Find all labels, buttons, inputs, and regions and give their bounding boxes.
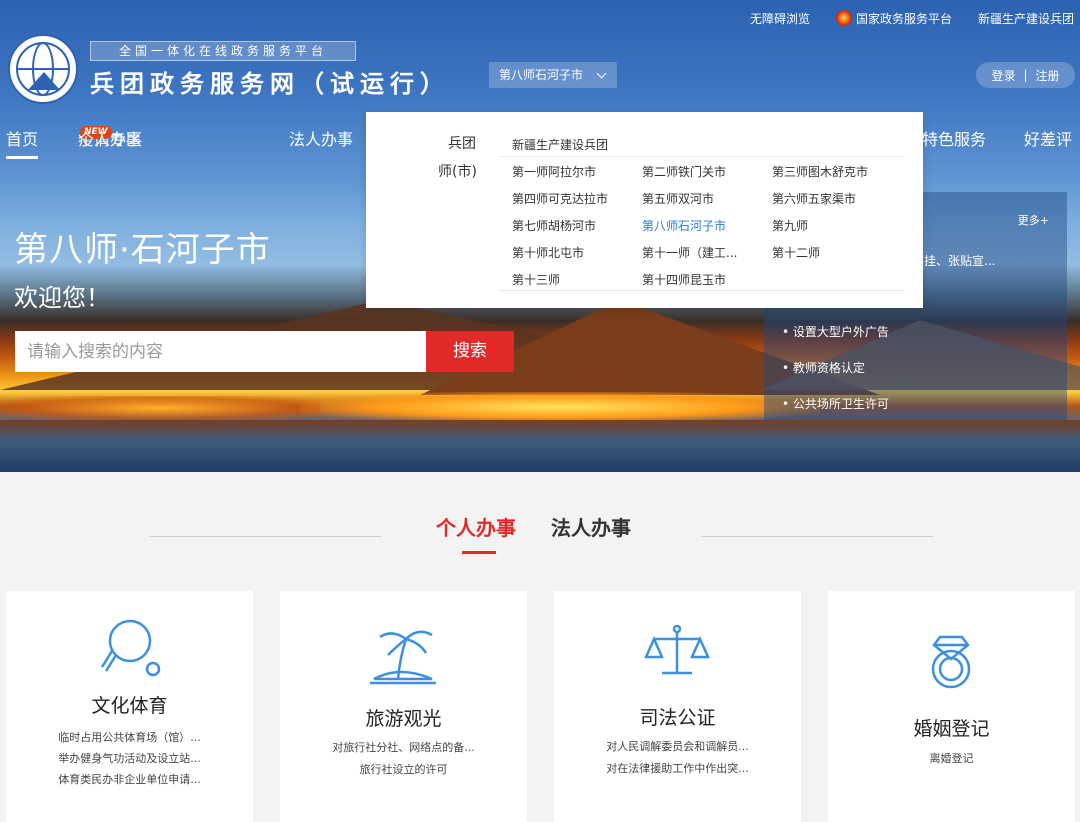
more-link[interactable]: 更多+ (1018, 212, 1049, 228)
dd-item[interactable]: 第三师图木舒克市 (772, 163, 868, 180)
card-line[interactable]: 对旅行社分社、网络点的备... (280, 739, 527, 755)
nav-personal[interactable]: 个人办事 (78, 126, 142, 150)
hot-item[interactable]: • 设置大型户外广告 (782, 323, 889, 340)
site-logo-icon[interactable] (8, 34, 78, 104)
card-line[interactable]: 对人民调解委员会和调解员... (554, 738, 801, 754)
dd-item[interactable]: 第六师五家渠市 (772, 190, 856, 207)
service-card-justice[interactable]: 司法公证 对人民调解委员会和调解员... 对在法律援助工作中作出突... (554, 591, 801, 822)
bingtuan-link[interactable]: 新疆生产建设兵团 (978, 8, 1074, 28)
sunlit-grass (0, 396, 320, 420)
card-line[interactable]: 旅行社设立的许可 (280, 761, 527, 777)
city-select[interactable]: 第八师石河子市 (489, 62, 617, 88)
service-tabs: 个人办事 法人办事 (0, 512, 1080, 556)
nav-special[interactable]: 特色服务 (922, 126, 986, 150)
card-line[interactable]: 体育类民办非企业单位申请... (6, 771, 253, 787)
card-line[interactable]: 举办健身气功活动及设立站... (6, 750, 253, 766)
national-platform-link[interactable]: 国家政务服务平台 (835, 8, 952, 28)
tab-legal[interactable]: 法人办事 (551, 512, 631, 541)
card-title: 司法公证 (639, 707, 716, 729)
dd-item[interactable]: 第二师铁门关市 (642, 163, 726, 180)
city-select-label: 第八师石河子市 (499, 68, 584, 82)
site-title[interactable]: 兵团政务服务网（试运行） (90, 64, 450, 99)
nav-rating[interactable]: 好差评 (1024, 126, 1072, 150)
active-tab-indicator (462, 551, 496, 554)
nav-home[interactable]: 首页 (6, 126, 39, 159)
register-link[interactable]: 注册 (1036, 67, 1060, 84)
search-input[interactable] (15, 331, 426, 372)
card-line[interactable]: 对在法律援助工作中作出突... (554, 760, 801, 776)
dd-item[interactable]: 第四师可克达拉市 (512, 190, 608, 207)
dd-item-selected[interactable]: 第八师石河子市 (642, 217, 726, 234)
accessibility-label: 无障碍浏览 (749, 11, 810, 26)
dd-item[interactable]: 第十一师（建工... (642, 244, 737, 261)
service-card-culture-sports[interactable]: 文化体育 临时占用公共体育场（馆）... 举办健身气功活动及设立站... 体育类… (6, 591, 253, 822)
national-emblem-icon (835, 10, 852, 26)
dd-item[interactable]: 第十师北屯市 (512, 244, 584, 261)
search-button[interactable]: 搜索 (426, 331, 514, 372)
login-link[interactable]: 登录 (991, 67, 1015, 84)
hero-welcome: 欢迎您！ (14, 284, 110, 312)
dd-item-bingtuan[interactable]: 新疆生产建设兵团 (512, 136, 608, 153)
hot-item[interactable]: • 公共场所卫生许可 (782, 395, 889, 412)
lake-reflection (0, 420, 1080, 472)
sunlit-grass (300, 392, 820, 422)
dd-category-division: 师(市) (438, 164, 477, 180)
dd-category-bingtuan: 兵团 (448, 136, 476, 152)
dd-item[interactable]: 第一师阿拉尔市 (512, 163, 596, 180)
platform-tag: 全国一体化在线政务服务平台 (90, 41, 356, 61)
ping-pong-icon (6, 613, 253, 677)
hot-item[interactable]: 挂、张贴宣... (924, 252, 995, 269)
national-platform-label: 国家政务服务平台 (855, 11, 952, 26)
hero-city-title: 第八师·石河子市 (14, 230, 271, 270)
card-title: 婚姻登记 (913, 718, 990, 740)
login-separator: | (1023, 68, 1028, 82)
dd-divider (499, 156, 905, 157)
dd-divider (499, 290, 905, 291)
palm-island-icon (280, 621, 527, 685)
dd-item[interactable]: 第十二师 (772, 244, 820, 261)
dd-item[interactable]: 第十四师昆玉市 (642, 271, 726, 288)
hot-item[interactable]: • 教师资格认定 (782, 359, 865, 376)
top-links-bar: 无障碍浏览 国家政务服务平台 新疆生产建设兵团 (750, 8, 1080, 28)
chevron-down-icon (596, 68, 607, 79)
city-dropdown: 兵团 师(市) 新疆生产建设兵团 第一师阿拉尔市 第二师铁门关市 第三师图木舒克… (366, 112, 923, 308)
bingtuan-label: 新疆生产建设兵团 (977, 11, 1074, 26)
nav-legal[interactable]: 法人办事 (289, 126, 353, 150)
scales-icon (554, 621, 801, 685)
diamond-ring-icon (828, 631, 1075, 695)
login-register-pill: 登录 | 注册 (976, 62, 1075, 88)
card-line[interactable]: 临时占用公共体育场（馆）... (6, 729, 253, 745)
globe-mountain (28, 72, 60, 90)
dd-item[interactable]: 第五师双河市 (642, 190, 714, 207)
globe-equator (16, 68, 70, 70)
card-line[interactable]: 离婚登记 (828, 750, 1075, 766)
dd-item[interactable]: 第九师 (772, 217, 808, 234)
tab-personal[interactable]: 个人办事 (436, 512, 516, 541)
service-card-tourism[interactable]: 旅游观光 对旅行社分社、网络点的备... 旅行社设立的许可 (280, 591, 527, 822)
card-title: 旅游观光 (365, 708, 442, 730)
accessibility-link[interactable]: 无障碍浏览 (750, 8, 810, 28)
dd-item[interactable]: 第七师胡杨河市 (512, 217, 596, 234)
card-title: 文化体育 (91, 695, 168, 717)
dd-item[interactable]: 第十三师 (512, 271, 560, 288)
service-card-marriage[interactable]: 婚姻登记 离婚登记 (828, 591, 1075, 822)
